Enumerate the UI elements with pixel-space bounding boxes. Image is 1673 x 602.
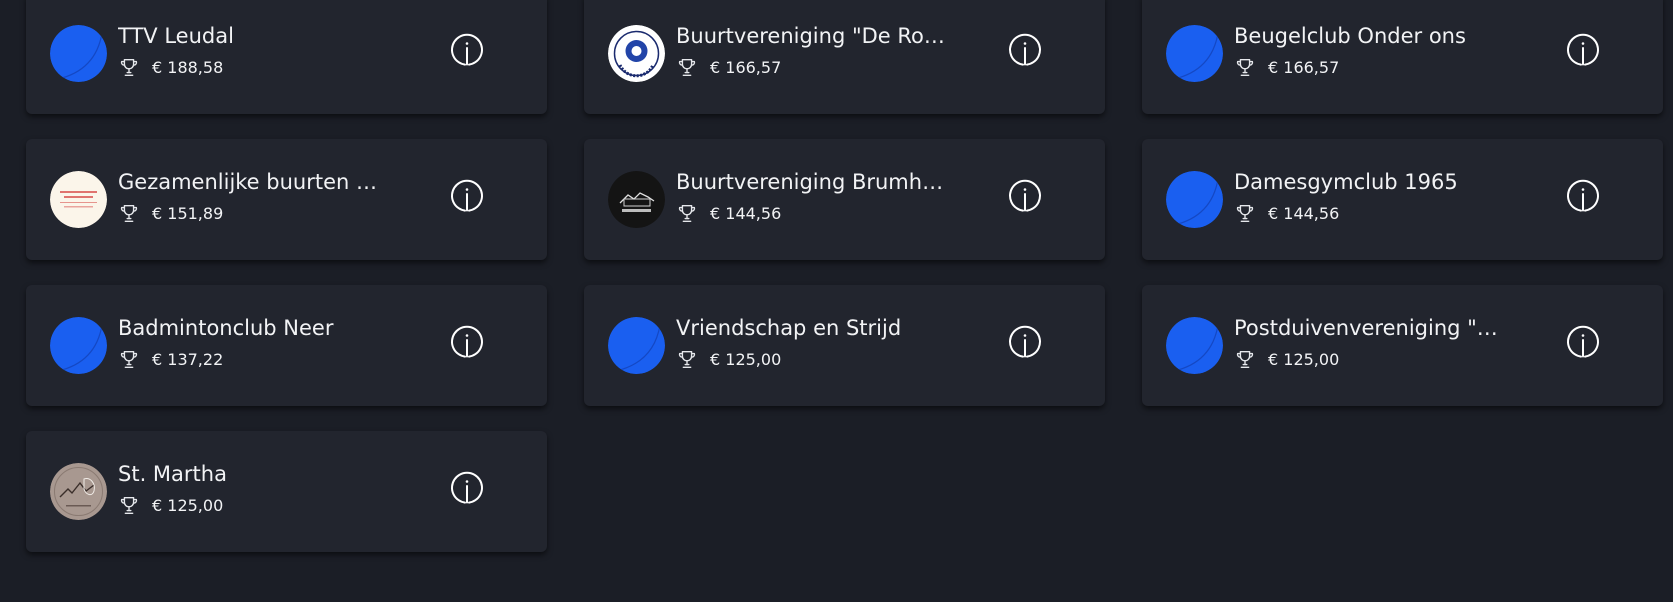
info-icon[interactable] (1566, 179, 1600, 213)
de-rotonde-logo (608, 25, 665, 82)
club-amount-row: € 125,00 (1234, 347, 1339, 371)
trophy-icon (1234, 56, 1256, 78)
info-icon[interactable] (450, 33, 484, 67)
club-card[interactable]: Vriendschap en Strijd € 125,00 (584, 285, 1105, 406)
club-name: Beugelclub Onder ons (1234, 24, 1466, 48)
club-logo (50, 25, 107, 82)
club-name: Postduivenvereniging "T... (1234, 316, 1504, 340)
info-icon[interactable] (1008, 325, 1042, 359)
club-name: St. Martha (118, 462, 227, 486)
trophy-icon (676, 202, 698, 224)
trophy-icon (676, 56, 698, 78)
club-amount: € 144,56 (710, 203, 782, 223)
club-amount-row: € 144,56 (1234, 201, 1339, 225)
club-name: Badmintonclub Neer (118, 316, 334, 340)
club-card[interactable]: Beugelclub Onder ons € 166,57 (1142, 0, 1663, 114)
club-name: Buurtvereniging Brumholt (676, 170, 946, 194)
club-name: Buurtvereniging "De Rotonde" (676, 24, 946, 48)
club-logo (608, 317, 665, 374)
club-amount: € 125,00 (1268, 349, 1340, 369)
club-logo (1166, 171, 1223, 228)
info-icon[interactable] (1008, 179, 1042, 213)
trophy-icon (118, 202, 140, 224)
club-name: Gezamenlijke buurten Neer (118, 170, 388, 194)
club-card[interactable]: Buurtvereniging Brumholt € 144,56 (584, 139, 1105, 260)
club-card[interactable]: Gezamenlijke buurten Neer € 151,89 (26, 139, 547, 260)
info-icon[interactable] (450, 325, 484, 359)
club-logo (1166, 317, 1223, 374)
trophy-icon (676, 348, 698, 370)
club-card[interactable]: St. Martha € 125,00 (26, 431, 547, 552)
info-icon[interactable] (1008, 33, 1042, 67)
club-name: Vriendschap en Strijd (676, 316, 902, 340)
brumholt-logo (608, 171, 665, 228)
trophy-icon (118, 348, 140, 370)
club-amount-row: € 166,57 (1234, 55, 1339, 79)
club-card[interactable]: TTV Leudal € 188,58 (26, 0, 547, 114)
info-icon[interactable] (450, 179, 484, 213)
gezamenlijke-buurten-logo (50, 171, 107, 228)
trophy-icon (118, 494, 140, 516)
club-amount-row: € 125,00 (118, 493, 223, 517)
club-amount-row: € 166,57 (676, 55, 781, 79)
info-icon[interactable] (450, 471, 484, 505)
trophy-icon (1234, 348, 1256, 370)
club-card[interactable]: Postduivenvereniging "T... € 125,00 (1142, 285, 1663, 406)
trophy-icon (118, 56, 140, 78)
club-card[interactable]: Badmintonclub Neer € 137,22 (26, 285, 547, 406)
club-amount: € 144,56 (1268, 203, 1340, 223)
club-logo (50, 317, 107, 374)
info-icon[interactable] (1566, 33, 1600, 67)
club-name: TTV Leudal (118, 24, 234, 48)
club-amount-row: € 144,56 (676, 201, 781, 225)
club-card[interactable]: Damesgymclub 1965 € 144,56 (1142, 139, 1663, 260)
club-amount: € 166,57 (710, 57, 782, 77)
club-name: Damesgymclub 1965 (1234, 170, 1458, 194)
club-card[interactable]: Buurtvereniging "De Rotonde" € 166,57 (584, 0, 1105, 114)
club-amount-row: € 188,58 (118, 55, 223, 79)
club-amount: € 188,58 (152, 57, 224, 77)
trophy-icon (1234, 202, 1256, 224)
club-logo (1166, 25, 1223, 82)
club-amount: € 166,57 (1268, 57, 1340, 77)
club-grid: TTV Leudal € 188,58 Buurtvereniging "De … (26, 0, 1663, 552)
club-amount: € 125,00 (710, 349, 782, 369)
st-martha-logo (50, 463, 107, 520)
info-icon[interactable] (1566, 325, 1600, 359)
club-amount: € 125,00 (152, 495, 224, 515)
club-amount: € 151,89 (152, 203, 224, 223)
club-amount-row: € 151,89 (118, 201, 223, 225)
club-amount: € 137,22 (152, 349, 224, 369)
club-amount-row: € 125,00 (676, 347, 781, 371)
club-amount-row: € 137,22 (118, 347, 223, 371)
